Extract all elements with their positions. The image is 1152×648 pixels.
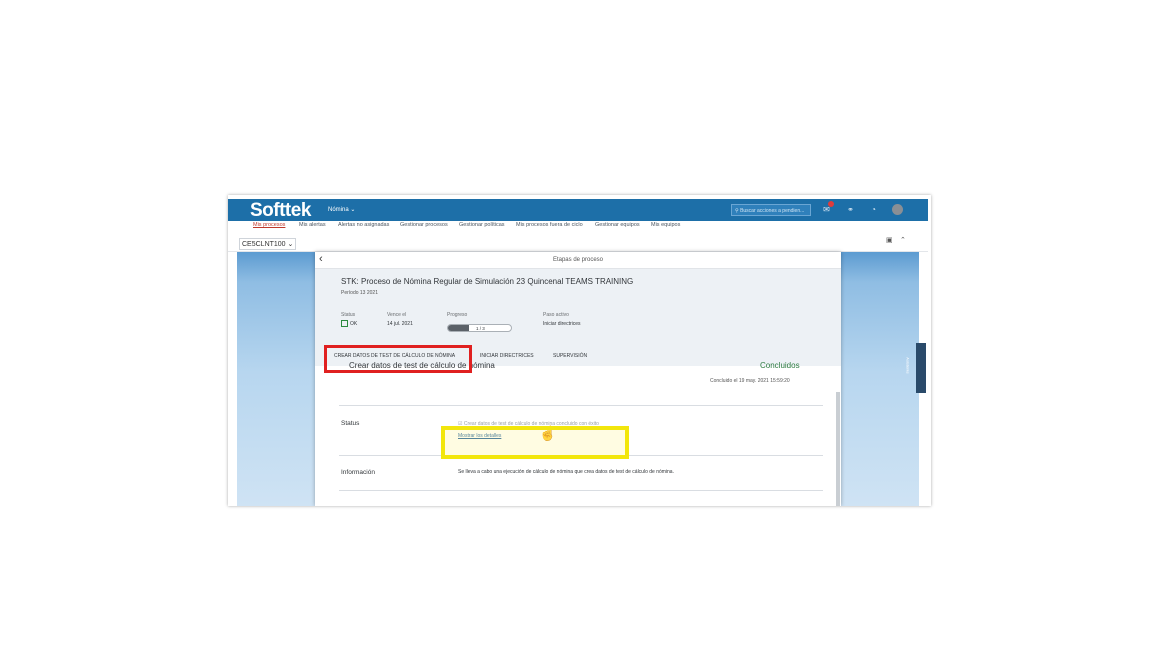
notification-badge <box>828 201 834 207</box>
chevron-up-icon[interactable]: ⌃ <box>900 236 906 244</box>
dialog-header: ‹ Etapas de proceso <box>315 252 841 269</box>
assistant-tab-label: Asistente <box>905 357 911 374</box>
nav-item-mis-procesos[interactable]: Mis procesos <box>253 222 285 228</box>
process-title: STK: Proceso de Nómina Regular de Simula… <box>341 277 634 286</box>
status-value: OK <box>350 321 358 327</box>
status-label: Status <box>341 312 356 318</box>
screenshot-frame: Softtek Nómina ⌄ ⚲ Buscar acciones a pen… <box>228 195 931 506</box>
red-highlight-box <box>324 345 472 373</box>
client-select[interactable]: CE5CLNT100 ⌄ <box>239 238 297 250</box>
dialog-title: Etapas de proceso <box>552 257 604 263</box>
nav-item-mis-alertas[interactable]: Mis alertas <box>299 222 326 228</box>
nav-item-gestionar-equipos[interactable]: Gestionar equipos <box>595 222 640 228</box>
active-step-value: Iniciar directrices <box>543 321 581 327</box>
app-menu-dropdown[interactable]: Nómina ⌄ <box>328 206 355 213</box>
yellow-highlight-box <box>441 426 629 459</box>
due-value: 14 jul. 2021 <box>387 321 413 327</box>
status-ok-icon <box>341 320 348 327</box>
bell-icon[interactable]: ◔ <box>869 205 878 214</box>
context-toolbar: CE5CLNT100 ⌄ ▣ ⌃ <box>228 231 928 252</box>
nav-item-gestionar-politicas[interactable]: Gestionar políticas <box>459 222 505 228</box>
nav-item-procesos-fuera-de-ciclo[interactable]: Mis procesos fuera de ciclo <box>516 222 583 228</box>
status-row-label: Status <box>341 420 360 427</box>
assistant-side-tab[interactable]: Asistente <box>906 343 926 393</box>
scrollbar[interactable] <box>836 392 840 506</box>
search-input[interactable]: ⚲ Buscar acciones a pendien... <box>731 204 811 216</box>
progress-indicator: 1 / 3 <box>447 324 512 332</box>
info-row-label: Información <box>341 469 375 476</box>
divider <box>339 405 823 406</box>
shell-bar: Softtek Nómina ⌄ ⚲ Buscar acciones a pen… <box>228 199 928 221</box>
process-steps-dialog: ‹ Etapas de proceso STK: Proceso de Nómi… <box>315 252 841 506</box>
progress-text: 1 / 3 <box>476 326 485 331</box>
search-placeholder: Buscar acciones a pendien... <box>740 208 805 214</box>
link-icon[interactable]: ⚭ <box>846 205 855 214</box>
top-navigation: Mis procesos Mis alertas Alertas no asig… <box>228 221 928 231</box>
section-status: Concluidos <box>760 361 800 369</box>
avatar[interactable] <box>892 204 903 215</box>
nav-item-mis-equipos[interactable]: Mis equipos <box>651 222 680 228</box>
nav-item-gestionar-procesos[interactable]: Gestionar procesos <box>400 222 448 228</box>
period-label: Período 13 2021 <box>341 290 378 296</box>
due-label: Vence el <box>387 312 407 318</box>
info-row-value: Se lleva a cabo una ejecución de cálculo… <box>458 469 674 475</box>
progress-fill <box>448 325 469 331</box>
nav-item-alertas-no-asignadas[interactable]: Alertas no asignadas <box>338 222 389 228</box>
concluded-timestamp: Concluido el 19 may. 2021 15:59:20 <box>710 378 790 384</box>
divider <box>339 490 823 491</box>
progress-label: Progreso <box>447 312 468 318</box>
active-step-label: Paso activo <box>543 312 569 318</box>
export-icon[interactable]: ▣ <box>886 236 893 244</box>
softtek-logo[interactable]: Softtek <box>250 200 311 222</box>
